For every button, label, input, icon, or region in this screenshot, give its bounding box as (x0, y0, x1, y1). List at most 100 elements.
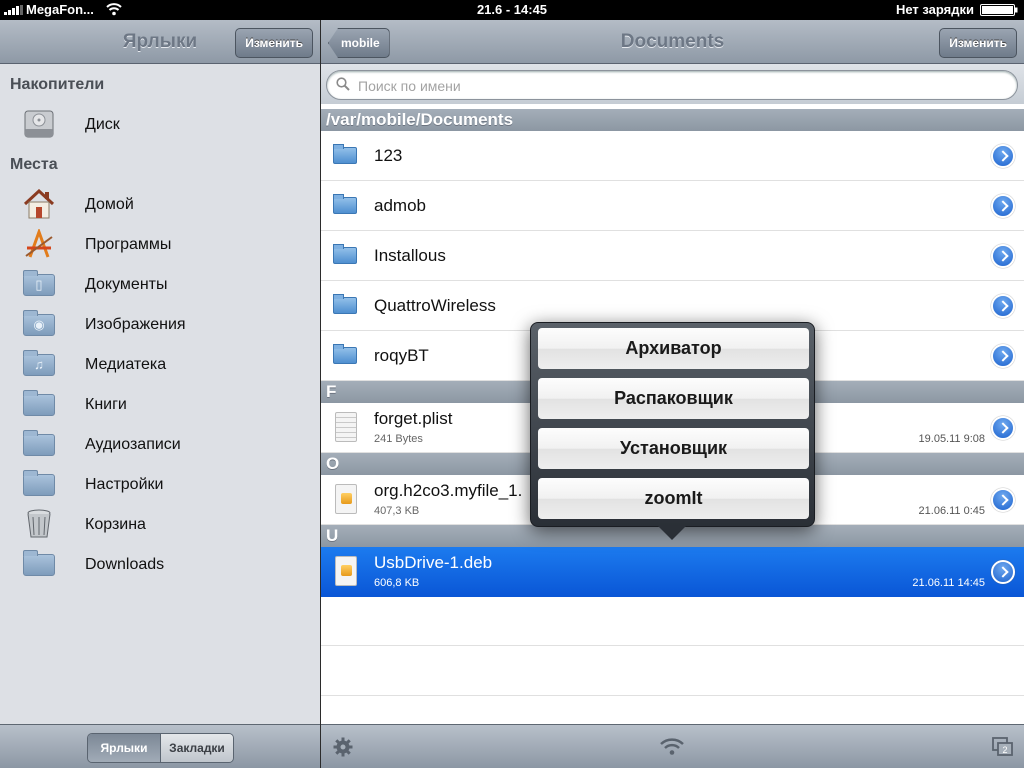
pane-segmented-control[interactable]: Ярлыки Закладки (87, 733, 234, 763)
sidebar-item-label: Домой (85, 196, 134, 213)
sidebar-item-label: Корзина (85, 516, 146, 533)
left-toolbar: Ярлыки Закладки (0, 724, 320, 768)
folder-icon (333, 294, 359, 316)
segment-bookmarks[interactable]: Закладки (161, 734, 233, 762)
sidebar-item-label: Изображения (85, 316, 186, 333)
sidebar-item-label: Книги (85, 396, 127, 413)
sidebar-item-label: Аудиозаписи (85, 436, 181, 453)
wifi-sharing-icon[interactable] (659, 736, 685, 756)
sidebar-item-audio[interactable]: Аудиозаписи (0, 424, 320, 464)
empty-row (321, 646, 1024, 696)
file-size: 606,8 KB (374, 577, 420, 589)
package-file-icon (333, 556, 359, 586)
sidebar-item-pictures[interactable]: ◉ Изображения (0, 304, 320, 344)
folder-row[interactable]: admob (321, 181, 1024, 231)
segment-shortcuts[interactable]: Ярлыки (88, 734, 161, 762)
sidebar-item-documents[interactable]: ▯ Документы (0, 264, 320, 304)
left-edit-button[interactable]: Изменить (235, 28, 313, 58)
music-folder-icon: ♫ (22, 349, 56, 379)
charging-status: Нет зарядки (895, 2, 974, 17)
left-navbar: Ярлыки Изменить (0, 20, 320, 64)
screen: MegaFon... 21.6 - 14:45 Нет зарядки Ярлы… (0, 0, 1024, 768)
disclosure-button[interactable] (991, 294, 1015, 318)
path-header: /var/mobile/Documents (321, 109, 1024, 131)
sidebar-item-label: Программы (85, 236, 172, 253)
search-input[interactable]: Поиск по имени (326, 70, 1018, 100)
sidebar-item-label: Диск (85, 116, 120, 133)
sidebar-item-label: Настройки (85, 476, 164, 493)
file-row-selected[interactable]: UsbDrive-1.deb 606,8 KB 21.06.11 14:45 (321, 547, 1024, 597)
sidebar-item-media[interactable]: ♫ Медиатека (0, 344, 320, 384)
sidebar-item-trash[interactable]: Корзина (0, 504, 320, 544)
file-date: 21.06.11 14:45 (912, 577, 985, 589)
folder-icon (333, 144, 359, 166)
windows-icon[interactable]: 2 (992, 737, 1014, 757)
sidebar-item-label: Downloads (85, 556, 165, 573)
folder-name: Installous (374, 246, 446, 265)
sidebar-item-settings[interactable]: Настройки (0, 464, 320, 504)
empty-row (321, 596, 1024, 646)
sidebar-item-label: Медиатека (85, 356, 167, 373)
menu-item-unpacker[interactable]: Распаковщик (538, 378, 809, 419)
right-toolbar: 2 (321, 724, 1024, 768)
file-name: org.h2co3.myfile_1. (374, 481, 523, 500)
file-size: 407,3 KB (374, 505, 420, 517)
folder-icon (333, 244, 359, 266)
sidebar-item-home[interactable]: Домой (0, 184, 320, 224)
folder-row[interactable]: 123 (321, 131, 1024, 181)
folder-name: roqyBT (374, 346, 429, 365)
status-time: 21.6 - 14:45 (476, 2, 548, 17)
menu-item-installer[interactable]: Установщик (538, 428, 809, 469)
folder-name: QuattroWireless (374, 296, 496, 315)
file-name: UsbDrive-1.deb (374, 553, 493, 572)
file-size: 241 Bytes (374, 433, 423, 445)
sidebar-item-programs[interactable]: Программы (0, 224, 320, 264)
windows-count: 2 (1002, 745, 1007, 755)
sidebar-item-disk[interactable]: Диск (0, 104, 320, 144)
disclosure-button[interactable] (991, 144, 1015, 168)
search-placeholder: Поиск по имени (358, 78, 461, 94)
right-navbar: mobile Documents Изменить (321, 20, 1024, 64)
pictures-folder-icon: ◉ (22, 309, 56, 339)
home-icon (23, 189, 55, 219)
file-name: forget.plist (374, 409, 453, 428)
battery-icon (980, 4, 1018, 16)
sidebar-item-label: Документы (85, 276, 168, 293)
folder-name: 123 (374, 146, 403, 165)
folder-row[interactable]: Installous (321, 231, 1024, 281)
sidebar-item-downloads[interactable]: Downloads (0, 544, 320, 584)
shortcuts-pane: Ярлыки Изменить Накопители Диск Места До… (0, 20, 320, 768)
folder-icon (22, 429, 56, 459)
folder-icon (333, 194, 359, 216)
menu-item-zoomit[interactable]: zoomIt (538, 478, 809, 519)
right-title: Documents (620, 31, 725, 52)
apps-icon (25, 229, 53, 258)
plist-file-icon (333, 412, 359, 442)
disclosure-button[interactable] (991, 194, 1015, 218)
file-date: 21.06.11 0:45 (918, 505, 985, 517)
gear-icon[interactable] (333, 737, 353, 757)
status-bar: MegaFon... 21.6 - 14:45 Нет зарядки (0, 0, 1024, 20)
popover-arrow (658, 526, 686, 540)
disclosure-button[interactable] (991, 344, 1015, 368)
hard-disk-icon (24, 110, 54, 138)
trash-icon (27, 509, 51, 538)
file-date: 19.05.11 9:08 (918, 433, 985, 445)
documents-folder-icon: ▯ (22, 269, 56, 299)
disclosure-button[interactable] (991, 560, 1015, 584)
open-with-popover: Архиватор Распаковщик Установщик zoomIt (530, 322, 815, 540)
places-section-header: Места (10, 156, 58, 173)
folder-icon (333, 344, 359, 366)
folder-name: admob (374, 196, 426, 215)
disclosure-button[interactable] (991, 488, 1015, 512)
folder-icon (22, 389, 56, 419)
sidebar-item-books[interactable]: Книги (0, 384, 320, 424)
package-file-icon (333, 484, 359, 514)
menu-item-archiver[interactable]: Архиватор (538, 328, 809, 369)
search-icon (336, 77, 350, 91)
disclosure-button[interactable] (991, 416, 1015, 440)
disclosure-button[interactable] (991, 244, 1015, 268)
folder-icon (22, 469, 56, 499)
right-edit-button[interactable]: Изменить (939, 28, 1017, 58)
folder-icon (22, 549, 56, 579)
